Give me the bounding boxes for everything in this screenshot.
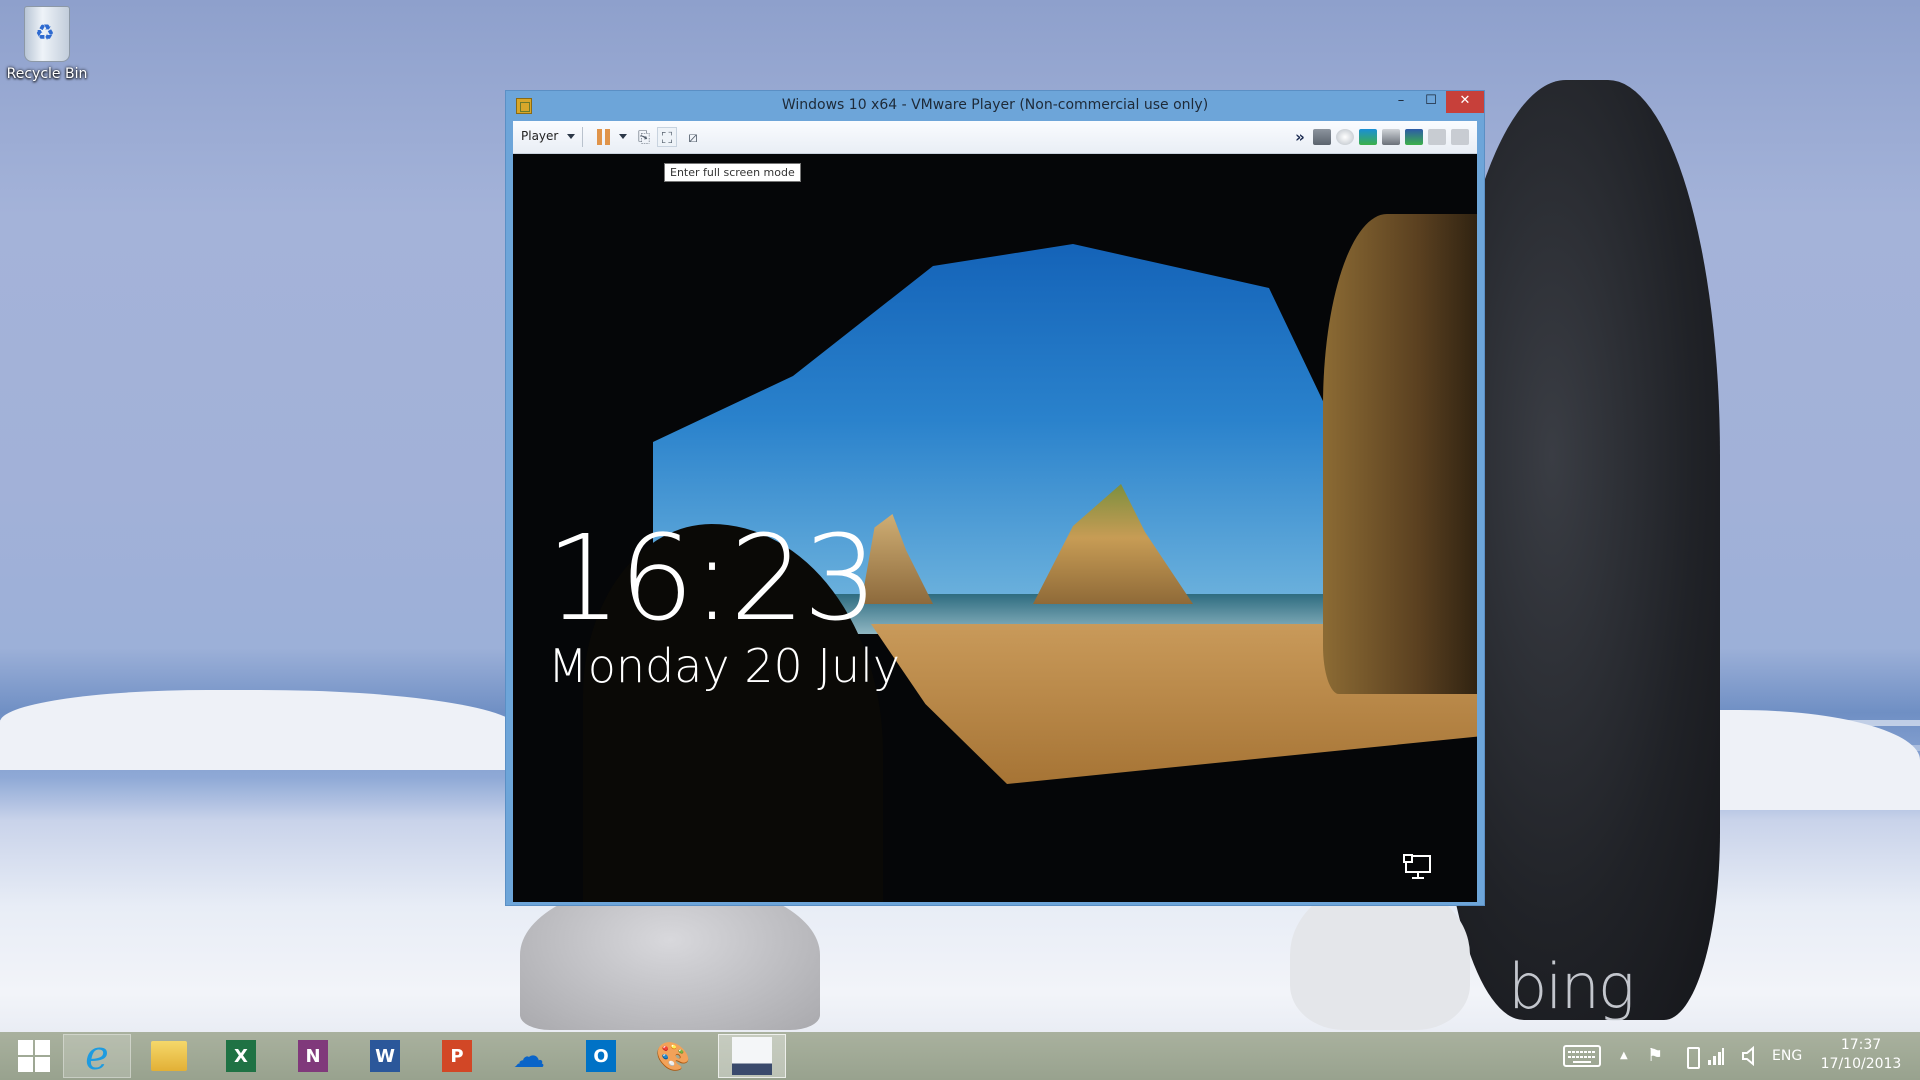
desktop-icon-recycle-bin[interactable]: Recycle Bin [4, 6, 90, 82]
full-screen-tooltip: Enter full screen mode [664, 163, 801, 182]
taskbar-outlook[interactable]: O [567, 1034, 635, 1078]
taskbar-onedrive[interactable]: ☁ [495, 1034, 563, 1078]
action-center-flag-icon[interactable]: ⚑ [1647, 1032, 1663, 1080]
removable-device-icon[interactable] [1428, 129, 1446, 145]
toolbar-divider [582, 127, 583, 147]
taskbar-word[interactable]: W [351, 1034, 419, 1078]
outlook-icon: O [586, 1040, 616, 1072]
taskbar-vmware-player[interactable] [718, 1034, 786, 1078]
sound-card-icon[interactable] [1405, 129, 1423, 145]
taskbar-onenote[interactable]: N [279, 1034, 347, 1078]
recycle-bin-icon [24, 6, 70, 62]
windows-logo-icon [18, 1040, 50, 1072]
taskbar-time: 17:37 [1840, 1037, 1882, 1053]
taskbar-clock[interactable]: 17:37 17/10/2013 [1806, 1036, 1916, 1074]
pause-button[interactable] [597, 129, 611, 145]
taskbar-file-explorer[interactable] [135, 1034, 203, 1078]
hard-disk-icon[interactable] [1313, 129, 1331, 145]
language-indicator[interactable]: ENG [1772, 1032, 1802, 1080]
network-adapter-icon[interactable] [1359, 129, 1377, 145]
desktop-icon-label: Recycle Bin [6, 66, 88, 82]
close-button[interactable]: ✕ [1446, 91, 1484, 113]
title-bar[interactable]: Windows 10 x64 - VMware Player (Non-comm… [506, 91, 1484, 121]
taskbar-excel[interactable]: X [207, 1034, 275, 1078]
signal-strength-icon[interactable] [1707, 1046, 1725, 1066]
touch-keyboard-icon[interactable] [1563, 1045, 1601, 1067]
vmware-player-icon [732, 1037, 772, 1075]
start-button[interactable] [0, 1034, 68, 1078]
taskbar-date: 17/10/2013 [1820, 1056, 1902, 1072]
internet-explorer-icon: e [85, 1033, 109, 1079]
taskbar-paint[interactable]: 🎨 [639, 1034, 707, 1078]
file-explorer-icon [151, 1041, 187, 1071]
unity-button[interactable]: ⧄ [683, 127, 703, 147]
lockscreen-cave-wall [1323, 214, 1477, 694]
lockscreen-date: Monday 20 July [548, 639, 901, 693]
onedrive-icon: ☁ [513, 1037, 545, 1075]
battery-icon[interactable] [1687, 1047, 1700, 1069]
lockscreen-time: 16:23 [546, 509, 878, 647]
player-menu-chevron-down-icon[interactable] [567, 134, 575, 139]
taskbar-internet-explorer[interactable]: e [63, 1033, 131, 1079]
maximize-button[interactable]: ☐ [1416, 91, 1446, 113]
taskbar: e X N W P ☁ O 🎨 ▲ ⚑ ENG 17:37 17/10/2013 [0, 1032, 1920, 1080]
window-title: Windows 10 x64 - VMware Player (Non-comm… [781, 97, 1209, 113]
bing-watermark: bing [1508, 950, 1635, 1023]
overflow-chevron-icon[interactable]: » [1290, 127, 1310, 147]
network-icon[interactable] [1403, 854, 1433, 880]
player-menu-button[interactable]: Player [521, 129, 558, 143]
full-screen-button[interactable]: ⛶ [657, 127, 677, 147]
send-ctrl-alt-del-button[interactable]: ⎘ [634, 127, 654, 147]
pause-menu-chevron-down-icon[interactable] [619, 134, 627, 139]
onenote-icon: N [298, 1040, 328, 1072]
removable-device-icon[interactable] [1451, 129, 1469, 145]
excel-icon: X [226, 1040, 256, 1072]
paint-icon: 🎨 [655, 1039, 691, 1073]
powerpoint-icon: P [442, 1040, 472, 1072]
show-hidden-icons-button[interactable]: ▲ [1620, 1032, 1628, 1080]
taskbar-powerpoint[interactable]: P [423, 1034, 491, 1078]
volume-icon[interactable] [1741, 1046, 1755, 1066]
minimize-button[interactable]: – [1386, 91, 1416, 113]
cd-dvd-icon[interactable] [1336, 129, 1354, 145]
printer-icon[interactable] [1382, 129, 1400, 145]
vmware-player-window: Windows 10 x64 - VMware Player (Non-comm… [505, 90, 1485, 906]
toolbar: Player ⎘ ⛶ ⧄ » [513, 121, 1477, 154]
word-icon: W [370, 1040, 400, 1072]
wallpaper-ice [0, 690, 520, 770]
vm-screen[interactable]: 16:23 Monday 20 July [513, 154, 1477, 902]
